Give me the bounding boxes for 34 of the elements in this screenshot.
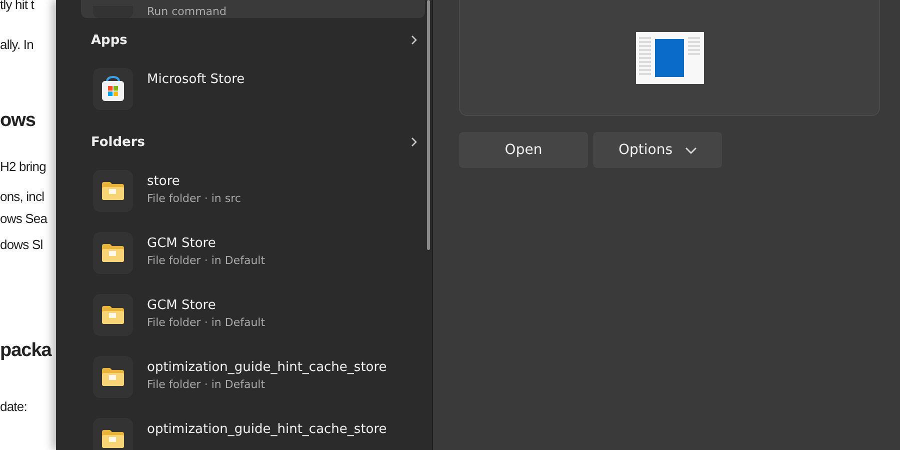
folder-icon	[101, 181, 125, 201]
result-name[interactable]: optimization_guide_hint_cache_store	[147, 360, 387, 375]
open-button[interactable]: Open	[459, 132, 588, 168]
result-name[interactable]: GCM Store	[147, 298, 266, 313]
chevron-down-icon	[684, 146, 697, 154]
article-heading: ows	[0, 109, 36, 133]
article-text: ows Sea	[0, 210, 48, 228]
article-text: dows Sl	[0, 236, 44, 254]
result-subtitle: File folder · in Default	[147, 316, 266, 329]
article-heading: packa	[0, 339, 53, 363]
shopping-bag-icon	[101, 76, 125, 102]
folder-icon	[101, 429, 125, 449]
result-name[interactable]: optimization_guide_hint_cache_store	[147, 422, 387, 437]
article-text: H2 bring	[0, 158, 47, 176]
article-text: ons, incl	[0, 188, 46, 206]
article-text: date:	[0, 398, 28, 416]
chevron-right-icon	[411, 137, 417, 147]
result-name[interactable]: store	[147, 174, 241, 189]
result-subtitle: File folder · in Default	[147, 378, 266, 391]
section-title: Folders	[91, 134, 146, 150]
document-window-icon	[636, 32, 704, 84]
result-item[interactable]: Run command	[81, 0, 425, 18]
result-name[interactable]: Microsoft Store	[147, 72, 245, 87]
options-dropdown-button[interactable]: Options	[593, 132, 722, 168]
folder-icon	[101, 305, 125, 325]
article-text: ally. In	[0, 36, 34, 54]
scrollbar[interactable]	[427, 0, 430, 250]
chevron-right-icon	[411, 35, 417, 45]
result-subtitle: File folder · in src	[147, 192, 241, 205]
folder-icon	[101, 243, 125, 263]
section-title: Apps	[91, 32, 128, 48]
folder-icon	[101, 367, 125, 387]
result-name[interactable]: GCM Store	[147, 236, 266, 251]
result-subtitle: File folder · in Default	[147, 254, 266, 267]
